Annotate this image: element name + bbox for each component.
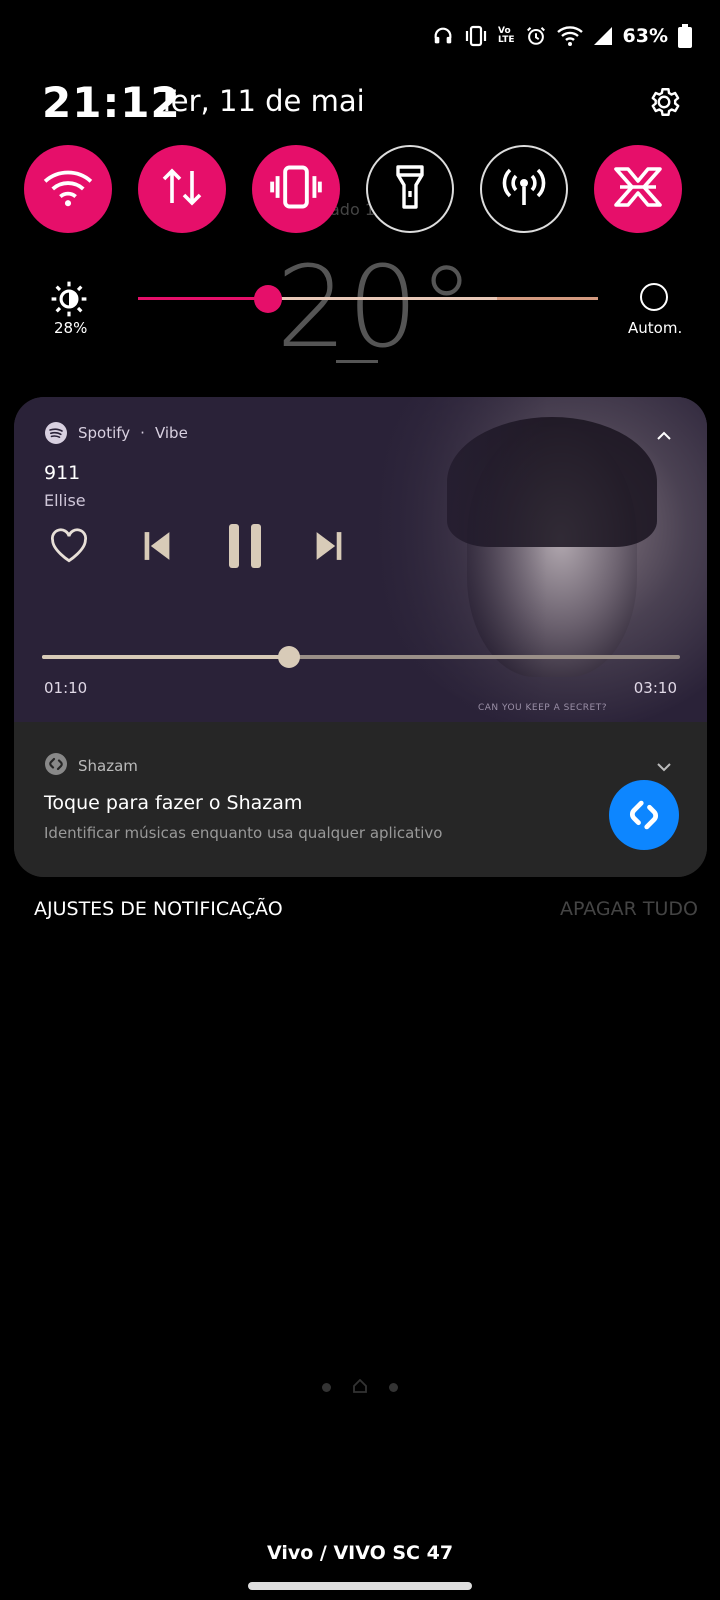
home-gesture-bar[interactable] [248,1582,472,1590]
alarm-icon [525,25,547,47]
clear-all-button[interactable]: APAGAR TUDO [560,898,698,920]
brightness-icon [50,280,88,318]
auto-brightness-label: Autom. [628,319,683,337]
song-title: 911 [44,462,81,484]
brightness-value: 28% [54,319,88,337]
shazam-subtitle: Identificar músicas enquanto usa qualque… [44,824,443,842]
total-time: 03:10 [633,679,677,697]
album-art: CAN YOU KEEP A SECRET? [367,397,707,722]
notification-card: CAN YOU KEEP A SECRET? Spotify · Vibe 91… [14,397,707,877]
data-arrows-icon [158,163,206,215]
weather-temperature: 20° [276,243,475,373]
media-progress-fill [42,655,290,659]
pause-icon[interactable] [218,519,272,573]
media-player[interactable]: CAN YOU KEEP A SECRET? Spotify · Vibe 91… [14,397,707,722]
tile-flashlight[interactable] [366,145,454,233]
signal-icon [593,26,613,46]
vibrate-icon [464,25,488,47]
battery-percent: 63% [622,25,668,47]
vibrate-icon [270,163,322,215]
brightness-slider-track[interactable] [138,297,598,300]
status-bar: Vo LTE 63% [432,18,692,54]
brightness-slider-thumb[interactable] [254,285,282,313]
like-heart-icon[interactable] [48,525,90,567]
wifi-icon [556,25,583,47]
tile-vibrate[interactable] [252,145,340,233]
flashlight-icon [390,163,430,215]
album-art-fade [367,397,547,722]
quick-settings-tiles [24,145,696,235]
shazam-small-icon [44,752,68,780]
weather-underline [336,360,378,363]
elapsed-time: 01:10 [44,679,88,697]
shazam-app-name: Shazam [78,757,138,775]
spotify-icon [44,421,68,445]
media-app-row: Spotify · Vibe [44,421,188,445]
home-page-icon [353,1378,367,1397]
media-app-name: Spotify [78,424,131,442]
shazam-notification[interactable]: Shazam Toque para fazer o Shazam Identif… [14,722,707,877]
media-progress-thumb[interactable] [278,646,300,668]
tile-wifi[interactable] [24,145,112,233]
chevron-down-icon[interactable] [655,758,673,776]
page-dot [322,1383,331,1392]
auto-brightness-toggle[interactable] [640,283,668,311]
notification-settings-link[interactable]: AJUSTES DE NOTIFICAÇÃO [34,898,283,920]
settings-gear-icon[interactable] [646,84,682,120]
hotspot-icon [500,163,548,215]
next-track-icon[interactable] [308,525,350,567]
media-separator: · [140,424,145,442]
tile-mobile-data[interactable] [138,145,226,233]
media-device: Vibe [154,424,188,442]
date[interactable]: Ter, 11 de mai [158,84,365,118]
previous-track-icon[interactable] [136,525,178,567]
tile-hotspot[interactable] [480,145,568,233]
album-art-caption: CAN YOU KEEP A SECRET? [477,703,607,713]
volte-bottom-label: LTE [497,35,515,45]
carrier-label: Vivo / VIVO SC 47 [266,1542,454,1564]
tile-x-app[interactable] [594,145,682,233]
page-indicator [322,1378,398,1397]
shazam-title: Toque para fazer o Shazam [44,792,303,814]
song-artist: Ellise [44,491,86,510]
page-dot [389,1383,398,1392]
x-logo-icon [612,165,664,213]
volte-icon: Vo LTE [498,27,515,45]
chevron-up-icon[interactable] [655,427,673,445]
headset-icon [432,25,454,47]
shazam-logo-icon[interactable] [609,780,679,850]
battery-icon [678,24,692,48]
shazam-app-row: Shazam [44,752,138,780]
wifi-icon [43,166,93,212]
